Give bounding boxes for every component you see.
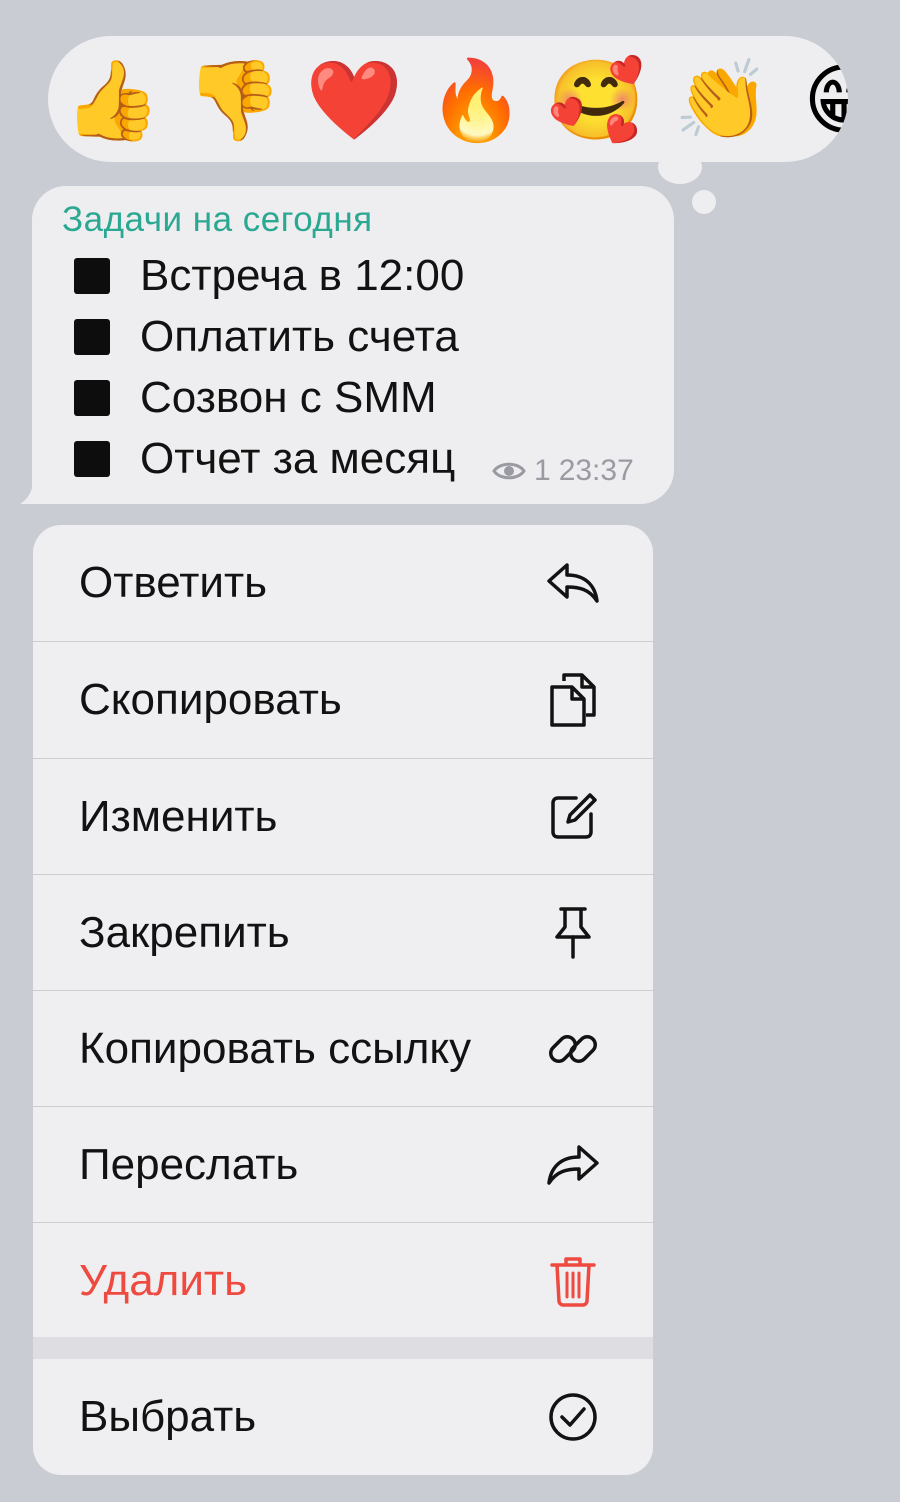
- delete-button[interactable]: Удалить: [33, 1223, 653, 1339]
- delete-label: Удалить: [79, 1256, 247, 1305]
- menu-section-gap: [33, 1337, 653, 1359]
- reaction-bubble-tail: [658, 150, 702, 184]
- pin-button[interactable]: Закрепить: [33, 875, 653, 991]
- reaction-fire[interactable]: 🔥: [427, 52, 525, 148]
- copy-label: Скопировать: [79, 675, 342, 724]
- black-square-icon: [74, 258, 110, 294]
- copy-icon: [543, 670, 603, 730]
- copy-button[interactable]: Скопировать: [33, 642, 653, 758]
- smiling-face-with-hearts-icon: 🥰: [547, 56, 645, 144]
- reaction-bubble-dot: [692, 190, 716, 214]
- task-text: Встреча в 12:00: [140, 251, 465, 300]
- heart-icon: ❤️: [305, 56, 403, 144]
- select-button[interactable]: Выбрать: [33, 1359, 653, 1475]
- reaction-smiling-hearts[interactable]: 🥰: [547, 52, 645, 148]
- task-item: Оплатить счета: [74, 309, 459, 365]
- task-text: Оплатить счета: [140, 312, 459, 361]
- black-square-icon: [74, 319, 110, 355]
- edit-icon: [543, 787, 603, 847]
- task-text: Созвон с SMM: [140, 373, 437, 422]
- edit-label: Изменить: [79, 792, 278, 841]
- eye-icon: [492, 462, 526, 480]
- message-bubble[interactable]: Задачи на сегодня Встреча в 12:00 Оплати…: [32, 186, 674, 504]
- message-meta: 1 23:37: [492, 454, 634, 488]
- thumbs-up-icon: 👍: [63, 56, 161, 144]
- link-icon: [543, 1019, 603, 1079]
- task-item: Созвон с SMM: [74, 370, 437, 426]
- reaction-heart[interactable]: ❤️: [305, 52, 403, 148]
- black-square-icon: [74, 380, 110, 416]
- views-count: 1: [534, 454, 551, 487]
- task-text: Отчет за месяц: [140, 434, 456, 483]
- edit-button[interactable]: Изменить: [33, 759, 653, 875]
- task-item: Отчет за месяц: [74, 431, 455, 487]
- pin-label: Закрепить: [79, 908, 290, 957]
- select-label: Выбрать: [79, 1392, 257, 1441]
- pin-icon: [543, 903, 603, 963]
- reply-button[interactable]: Ответить: [33, 525, 653, 641]
- message-title: Задачи на сегодня: [62, 200, 373, 239]
- reaction-thumbs-down[interactable]: 👎: [185, 52, 283, 148]
- reaction-thumbs-up[interactable]: 👍: [63, 52, 161, 148]
- black-square-icon: [74, 441, 110, 477]
- reaction-clapping[interactable]: 👏: [673, 52, 771, 148]
- reaction-bar: 👍 👎 ❤️ 🔥 🥰 👏 😁: [48, 36, 848, 162]
- thumbs-down-icon: 👎: [185, 56, 283, 144]
- copy-link-label: Копировать ссылку: [79, 1024, 472, 1073]
- reply-label: Ответить: [79, 558, 268, 607]
- fire-icon: 🔥: [427, 56, 525, 144]
- context-menu: Ответить Скопировать Изменить Закрепить: [33, 525, 653, 1475]
- message-time: 23:37: [558, 454, 634, 487]
- grinning-face-icon: 😁: [803, 56, 848, 144]
- forward-label: Переслать: [79, 1140, 299, 1189]
- reply-icon: [543, 553, 603, 613]
- checkmark-circle-icon: [543, 1387, 603, 1447]
- trash-icon: [543, 1251, 603, 1311]
- reaction-grinning[interactable]: 😁: [796, 52, 848, 148]
- forward-button[interactable]: Переслать: [33, 1107, 653, 1223]
- copy-link-button[interactable]: Копировать ссылку: [33, 991, 653, 1107]
- clapping-hands-icon: 👏: [673, 56, 771, 144]
- task-item: Встреча в 12:00: [74, 248, 464, 304]
- forward-icon: [543, 1135, 603, 1195]
